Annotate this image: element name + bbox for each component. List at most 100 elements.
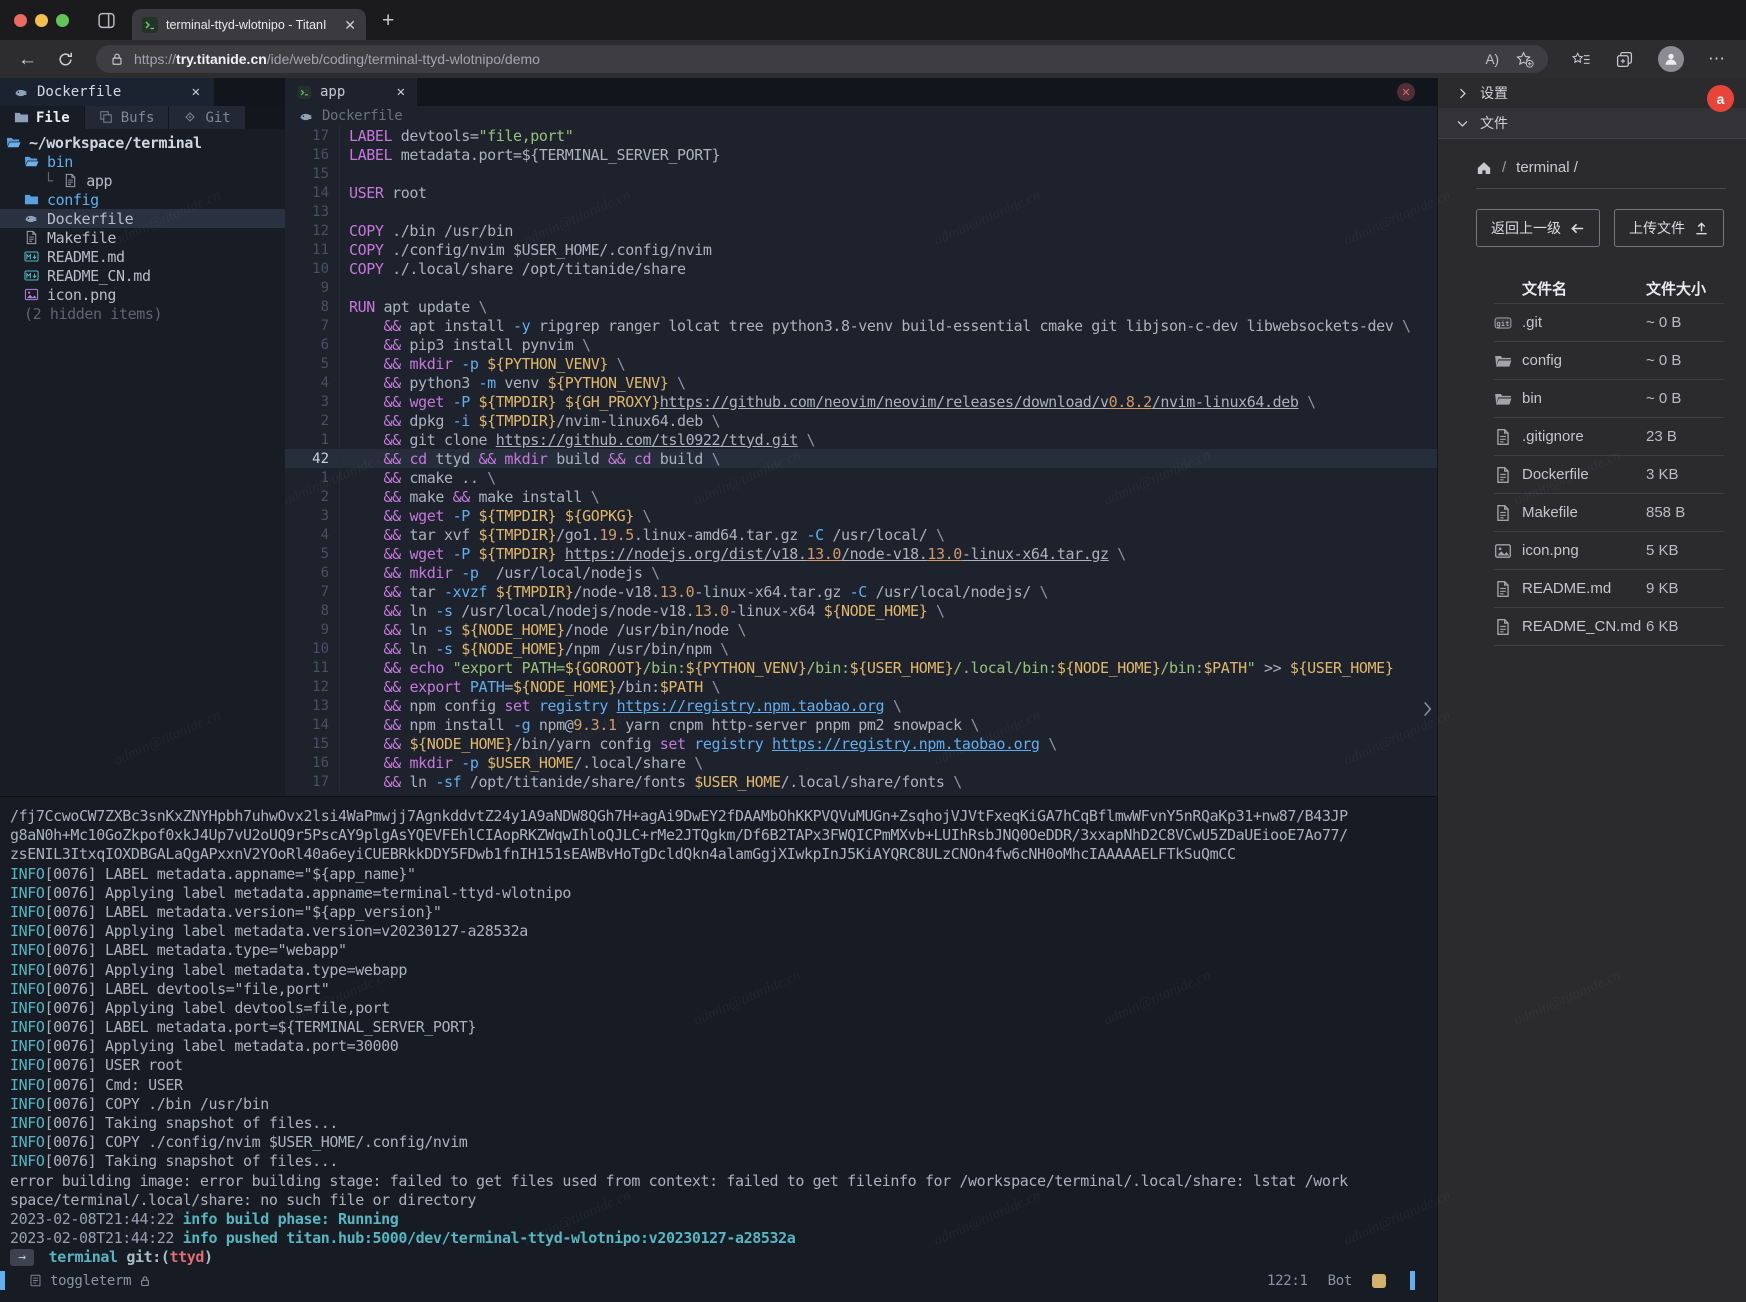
panel-expand-icon[interactable] [1420, 698, 1435, 720]
code-line[interactable]: 4 && python3 -m venv ${PYTHON_VENV} \ [285, 373, 1437, 392]
file-size: 6 KB [1646, 618, 1724, 635]
file-row[interactable]: bin~ 0 B [1494, 380, 1724, 418]
explorer-tab-git[interactable]: Git [168, 106, 244, 129]
path-breadcrumb[interactable]: / terminal / [1476, 159, 1746, 176]
explorer-tab-file[interactable]: File [0, 106, 84, 129]
code-line[interactable]: 11 && echo "export PATH=${GOROOT}/bin:${… [285, 658, 1437, 677]
tree-item[interactable]: bin [0, 152, 285, 171]
code-line[interactable]: 13 [285, 202, 1437, 221]
file-row[interactable]: Makefile858 B [1494, 494, 1724, 532]
tree-item[interactable]: ~/workspace/terminal [0, 133, 285, 152]
file-row[interactable]: README.md9 KB [1494, 570, 1724, 608]
reload-icon[interactable] [57, 51, 74, 68]
code-line[interactable]: 8 && ln -s /usr/local/nodejs/node-v18.13… [285, 601, 1437, 620]
close-window-button[interactable] [14, 14, 27, 27]
code-line[interactable]: 5 && wget -P ${TMPDIR} https://nodejs.or… [285, 544, 1437, 563]
code-line[interactable]: 6 && pip3 install pynvim \ [285, 335, 1437, 354]
terminal-line: /fj7CcwoCW7ZXBc3snKxZNYHpbh7uhwOvx2lsi4W… [10, 807, 1437, 826]
code-line[interactable]: 7 && apt install -y ripgrep ranger lolca… [285, 316, 1437, 335]
read-aloud-icon[interactable]: A) [1486, 52, 1500, 67]
browser-tab[interactable]: terminal-ttyd-wlotnipo - TitanI ✕ [132, 9, 366, 40]
tree-item[interactable]: (2 hidden items) [0, 304, 285, 323]
upload-file-button[interactable]: 上传文件 [1614, 209, 1724, 247]
code-line-current[interactable]: 42 && cd ttyd && mkdir build && cd build… [285, 449, 1437, 468]
terminal-line: INFO[0076] LABEL metadata.type="webapp" [10, 941, 1437, 960]
code-line[interactable]: 10COPY ./.local/share /opt/titanide/shar… [285, 259, 1437, 278]
code-line[interactable]: 8RUN apt update \ [285, 297, 1437, 316]
code-line[interactable]: 2 && make && make install \ [285, 487, 1437, 506]
file-row[interactable]: icon.png5 KB [1494, 532, 1724, 570]
code-line[interactable]: 9 && ln -s ${NODE_HOME}/node /usr/bin/no… [285, 620, 1437, 639]
add-favorite-icon[interactable] [1515, 51, 1534, 68]
code-line[interactable]: 12 && export PATH=${NODE_HOME}/bin:$PATH… [285, 677, 1437, 696]
code-line[interactable]: 13 && npm config set registry https://re… [285, 696, 1437, 715]
address-bar[interactable]: https://try.titanide.cn/ide/web/coding/t… [96, 45, 1548, 73]
user-avatar[interactable]: a [1707, 85, 1734, 112]
collections-icon[interactable] [1615, 51, 1634, 68]
code-line[interactable]: 3 && wget -P ${TMPDIR} ${GH_PROXY}https:… [285, 392, 1437, 411]
code-line[interactable]: 17 && ln -sf /opt/titanide/share/fonts $… [285, 772, 1437, 791]
file-row[interactable]: config~ 0 B [1494, 342, 1724, 380]
explorer-tab-bufs[interactable]: Bufs [84, 106, 169, 129]
browser-menu-icon[interactable]: ⋯ [1708, 49, 1726, 69]
go-up-button[interactable]: 返回上一级 [1476, 209, 1600, 247]
code-line[interactable]: 9 [285, 278, 1437, 297]
code-line[interactable]: 3 && wget -P ${TMPDIR} ${GOPKG} \ [285, 506, 1437, 525]
tree-item[interactable]: Makefile [0, 228, 285, 247]
code-line[interactable]: 4 && tar xvf ${TMPDIR}/go1.19.5.linux-am… [285, 525, 1437, 544]
code-line[interactable]: 1 && cmake .. \ [285, 468, 1437, 487]
code-line[interactable]: 14 && npm install -g npm@9.3.1 yarn cnpm… [285, 715, 1437, 734]
tree-item[interactable]: README.md [0, 247, 285, 266]
tab-actions-icon[interactable] [97, 11, 116, 30]
back-button[interactable]: ← [18, 50, 37, 69]
tree-item[interactable]: Dockerfile [0, 209, 285, 228]
browser-profile-avatar[interactable] [1658, 46, 1684, 72]
rp-file-icon [1494, 466, 1512, 484]
files-section-header[interactable]: 文件 [1438, 108, 1746, 139]
svg-text:git: git [1496, 318, 1509, 327]
favorites-icon[interactable] [1572, 51, 1591, 68]
sidebar-tab-close-icon[interactable]: ✕ [192, 84, 200, 100]
code-editor[interactable]: Dockerfile 17LABEL devtools="file,port"1… [285, 106, 1437, 796]
code-line[interactable]: 16 && mkdir -p $USER_HOME/.local/share \ [285, 753, 1437, 772]
arrow-left-icon [1570, 221, 1585, 236]
terminal-panel[interactable]: /fj7CcwoCW7ZXBc3snKxZNYHpbh7uhwOvx2lsi4W… [0, 796, 1437, 1302]
file-row[interactable]: Dockerfile3 KB [1494, 456, 1724, 494]
tree-item[interactable]: icon.png [0, 285, 285, 304]
code-line[interactable]: 15 [285, 164, 1437, 183]
home-icon[interactable] [1476, 160, 1492, 176]
sidebar-tab-dockerfile[interactable]: Dockerfile ✕ [0, 78, 214, 106]
settings-section-header[interactable]: 设置 [1438, 78, 1746, 108]
code-line[interactable]: 11COPY ./config/nvim $USER_HOME/.config/… [285, 240, 1437, 259]
new-tab-button[interactable]: + [382, 10, 394, 31]
file-row[interactable]: .gitignore23 B [1494, 418, 1724, 456]
code-line[interactable]: 10 && ln -s ${NODE_HOME}/npm /usr/bin/np… [285, 639, 1437, 658]
code-line[interactable]: 12COPY ./bin /usr/bin [285, 221, 1437, 240]
code-line[interactable]: 14USER root [285, 183, 1437, 202]
git-icon [183, 110, 198, 125]
code-line[interactable]: 7 && tar -xvzf ${TMPDIR}/node-v18.13.0-l… [285, 582, 1437, 601]
tree-item[interactable]: config [0, 190, 285, 209]
terminal-line: INFO[0076] LABEL metadata.appname="${app… [10, 865, 1437, 884]
panel-close-button[interactable]: ✕ [1397, 83, 1415, 101]
file-row[interactable]: git.git~ 0 B [1494, 304, 1724, 342]
rp-file-icon [1494, 618, 1512, 636]
minimize-window-button[interactable] [35, 14, 48, 27]
tab-close-icon[interactable]: ✕ [344, 18, 356, 32]
tab-title: terminal-ttyd-wlotnipo - TitanI [166, 18, 336, 32]
rp-file-icon [1494, 580, 1512, 598]
tree-item[interactable]: └ app [0, 171, 285, 190]
file-row[interactable]: README_CN.md6 KB [1494, 608, 1724, 646]
code-line[interactable]: 16LABEL metadata.port=${TERMINAL_SERVER_… [285, 145, 1437, 164]
readonly-lock-icon [139, 1275, 151, 1287]
tree-item[interactable]: README_CN.md [0, 266, 285, 285]
code-line[interactable]: 5 && mkdir -p ${PYTHON_VENV} \ [285, 354, 1437, 373]
zoom-window-button[interactable] [56, 14, 69, 27]
code-line[interactable]: 15 && ${NODE_HOME}/bin/yarn config set r… [285, 734, 1437, 753]
code-line[interactable]: 2 && dpkg -i ${TMPDIR}/nvim-linux64.deb … [285, 411, 1437, 430]
editor-tab-close-icon[interactable]: ✕ [397, 84, 405, 100]
editor-tab-app[interactable]: app ✕ [285, 78, 417, 106]
code-line[interactable]: 6 && mkdir -p /usr/local/nodejs \ [285, 563, 1437, 582]
code-line[interactable]: 1 && git clone https://github.com/tsl092… [285, 430, 1437, 449]
code-line[interactable]: 17LABEL devtools="file,port" [285, 126, 1437, 145]
